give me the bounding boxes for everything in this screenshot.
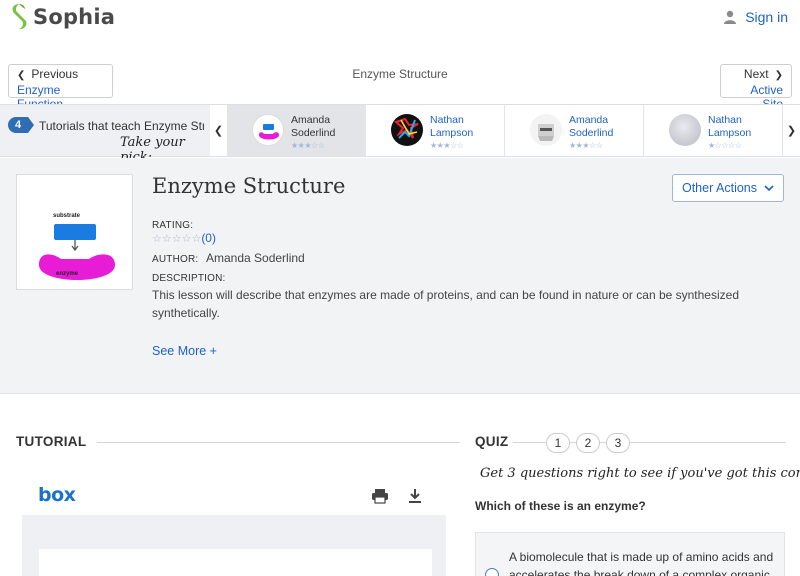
quiz-step-3[interactable]: 3 bbox=[606, 433, 630, 453]
user-icon bbox=[724, 10, 737, 24]
tutorial-author-first: Nathan bbox=[430, 114, 464, 126]
current-lesson-title: Enzyme Structure bbox=[352, 67, 448, 81]
tutorial-author-first: Amanda bbox=[569, 114, 609, 126]
rating-label: RATING: bbox=[152, 220, 194, 231]
rating-stars: ☆☆☆☆☆ bbox=[152, 233, 202, 245]
next-label: Next bbox=[743, 67, 769, 81]
tutorial-author-last: Lampson bbox=[430, 127, 474, 139]
document-page bbox=[39, 549, 432, 576]
answer-radio[interactable] bbox=[485, 568, 499, 576]
author-label: AUTHOR: bbox=[152, 254, 199, 265]
download-icon[interactable] bbox=[406, 487, 424, 505]
tutorial-author-first: Nathan bbox=[708, 114, 742, 126]
lesson-thumbnail: substrate enzyme bbox=[16, 174, 133, 290]
site-header: Sophia Sign in bbox=[0, 0, 800, 36]
tutorial-card[interactable]: Nathan Lampson ★★★☆☆ bbox=[366, 105, 505, 156]
substrate-label: substrate bbox=[53, 213, 81, 219]
lesson-info-panel: substrate enzyme Enzyme Structure Other … bbox=[0, 158, 800, 394]
print-icon[interactable] bbox=[371, 487, 389, 505]
other-actions-button[interactable]: Other Actions bbox=[672, 174, 784, 202]
tutorial-card[interactable]: Amanda Soderlind ★★★☆☆ bbox=[505, 105, 644, 156]
tutorial-author-last: Soderlind bbox=[291, 127, 336, 139]
quiz-question: Which of these is an enzyme? bbox=[475, 499, 646, 513]
quiz-step-2[interactable]: 2 bbox=[576, 433, 600, 453]
tutorials-strip: 4 Tutorials that teach Enzyme Str Take y… bbox=[0, 104, 800, 165]
answer-text: A biomolecule that is made up of amino a… bbox=[509, 550, 774, 576]
tutorials-strip-label: Tutorials that teach Enzyme Str bbox=[39, 119, 204, 133]
lesson-rating[interactable]: ☆☆☆☆☆(0) bbox=[152, 231, 216, 245]
next-lesson-button[interactable]: Next❯ Active Site bbox=[720, 64, 792, 111]
tutorial-thumbnail bbox=[391, 114, 423, 146]
logo-text: Sophia bbox=[33, 5, 116, 29]
see-more-link[interactable]: See More + bbox=[152, 344, 217, 358]
other-actions-label: Other Actions bbox=[681, 181, 758, 195]
description-label: DESCRIPTION: bbox=[152, 273, 226, 284]
carousel-next-button[interactable]: ❯ bbox=[783, 105, 800, 156]
tutorial-author-last: Lampson bbox=[708, 127, 752, 139]
tutorial-thumbnail bbox=[530, 114, 562, 146]
quiz-step-1[interactable]: 1 bbox=[546, 433, 570, 453]
chevron-right-icon: ❯ bbox=[774, 70, 783, 81]
quiz-hint: Get 3 questions right to see if you've g… bbox=[480, 466, 800, 481]
quiz-answer-option[interactable]: A biomolecule that is made up of amino a… bbox=[475, 532, 785, 576]
quiz-section-title: QUIZ bbox=[475, 434, 509, 449]
tutorial-thumbnail bbox=[252, 114, 284, 146]
chevron-right-icon: ❯ bbox=[786, 125, 797, 137]
tutorial-section-title: TUTORIAL bbox=[16, 434, 87, 449]
lesson-author: Amanda Soderlind bbox=[206, 251, 305, 265]
carousel-prev-button[interactable]: ❮ bbox=[210, 105, 227, 156]
sophia-logo[interactable]: Sophia bbox=[9, 3, 115, 31]
tutorials-strip-header: 4 Tutorials that teach Enzyme Str Take y… bbox=[0, 105, 210, 165]
tutorial-rating-stars: ★★★☆☆ bbox=[430, 141, 464, 150]
tutorial-rating-stars: ★☆☆☆☆ bbox=[708, 141, 742, 150]
lesson-description: This lesson will describe that enzymes a… bbox=[152, 288, 739, 320]
box-logo: box bbox=[38, 484, 76, 506]
sophia-logo-icon bbox=[12, 4, 27, 30]
chevron-down-icon bbox=[764, 184, 774, 191]
lesson-title: Enzyme Structure bbox=[152, 174, 346, 198]
document-viewer-toolbar: box bbox=[22, 478, 446, 515]
tutorial-author-last: Soderlind bbox=[569, 127, 614, 139]
tutorial-author-first: Amanda bbox=[291, 114, 331, 126]
enzyme-label: enzyme bbox=[56, 271, 79, 277]
tutorials-count-badge: 4 bbox=[8, 117, 34, 133]
tutorial-card[interactable]: Amanda Soderlind ★★★☆☆ bbox=[227, 105, 366, 156]
tutorial-divider bbox=[97, 442, 460, 443]
sign-in-link[interactable]: Sign in bbox=[723, 9, 788, 25]
chevron-left-icon: ❮ bbox=[213, 125, 224, 137]
tutorial-thumbnail bbox=[669, 114, 701, 146]
sign-in-label: Sign in bbox=[745, 9, 788, 25]
tutorial-rating-stars: ★★★☆☆ bbox=[569, 141, 603, 150]
rating-count: (0) bbox=[201, 231, 216, 245]
tutorial-rating-stars: ★★★☆☆ bbox=[291, 141, 325, 150]
lesson-nav: ❮Previous Enzyme Function Enzyme Structu… bbox=[0, 57, 800, 111]
tutorial-card[interactable]: Nathan Lampson ★☆☆☆☆ bbox=[644, 105, 783, 156]
